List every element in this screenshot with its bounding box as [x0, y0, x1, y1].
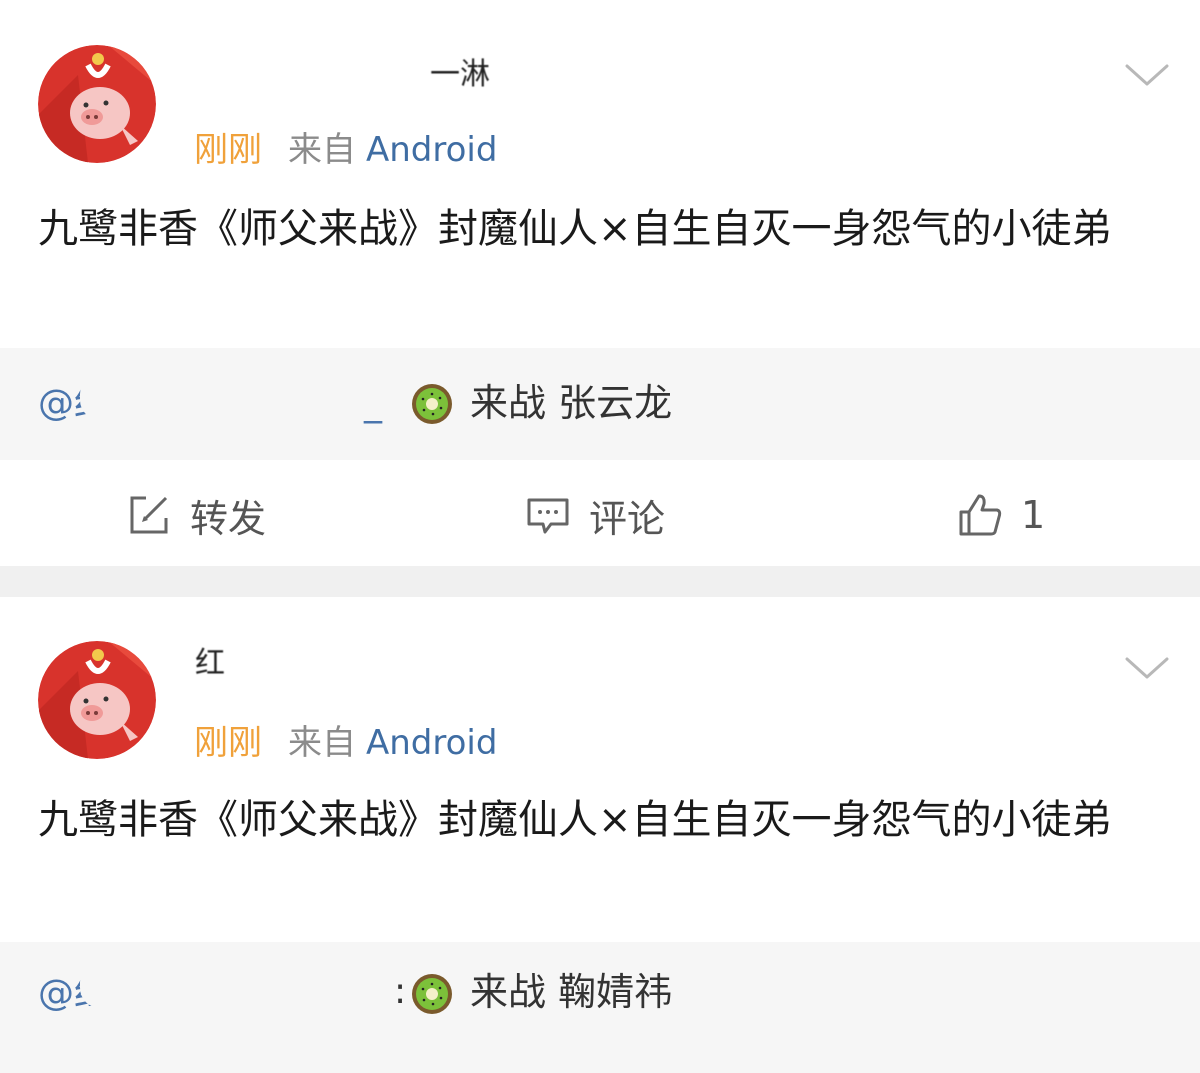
like-button[interactable]: 1 [957, 490, 1045, 540]
pig-avatar-icon [38, 641, 156, 759]
source-device[interactable]: Android [366, 723, 497, 763]
comment-label: 评论 [589, 496, 666, 541]
comment-icon [527, 498, 569, 534]
mention-suffix: _ [364, 383, 382, 424]
comment-button[interactable]: 评论 [525, 490, 666, 541]
username-redacted [195, 647, 525, 697]
username-fragment: 一淋 [430, 57, 490, 92]
repost-button[interactable]: 转发 [126, 490, 267, 541]
quoted-comment-text: 来战 鞠婧祎 [470, 970, 673, 1014]
username-fragment: 红 [195, 646, 225, 681]
pig-avatar-icon [38, 45, 156, 163]
thumbs-up-icon [959, 494, 1002, 536]
quoted-comment[interactable]: @红 : 来战 鞠婧祎 [0, 942, 1200, 1073]
feed-post: 一淋 刚刚 来自 Android 九鹭非香《师父来战》封魔仙人×自生自灭一身怨气的小… [0, 0, 1200, 566]
quoted-comment[interactable]: @红 _ 来战 张云龙 [0, 348, 1200, 460]
mention-redacted [80, 374, 410, 420]
source-prefix: 来自 [288, 130, 356, 170]
mention-redacted [80, 962, 410, 1008]
chevron-down-icon[interactable] [1124, 653, 1170, 683]
repost-icon [130, 496, 168, 534]
username[interactable]: 红 [195, 647, 525, 697]
quoted-comment-text: 来战 张云龙 [470, 381, 673, 425]
avatar[interactable] [38, 45, 156, 163]
post-separator [0, 566, 1200, 597]
action-bar: 转发 评论 1 [0, 460, 1200, 566]
kiwi-emoji [412, 384, 452, 424]
chevron-down-icon[interactable] [1124, 60, 1170, 90]
source-prefix: 来自 [288, 723, 356, 763]
post-meta: 刚刚 来自 Android [194, 130, 497, 170]
post-content: 九鹭非香《师父来战》封魔仙人×自生自灭一身怨气的小徒弟 [38, 206, 1112, 252]
kiwi-emoji [412, 974, 452, 1014]
post-meta: 刚刚 来自 Android [194, 723, 497, 763]
avatar[interactable] [38, 641, 156, 759]
post-time: 刚刚 [194, 723, 262, 763]
repost-label: 转发 [190, 496, 267, 541]
mention-colon: : [394, 971, 407, 1012]
feed-post: 红 刚刚 来自 Android 九鹭非香《师父来战》封魔仙人×自生自灭一身怨气的小徒… [0, 597, 1200, 1073]
source-device[interactable]: Android [366, 130, 497, 170]
post-content: 九鹭非香《师父来战》封魔仙人×自生自灭一身怨气的小徒弟 [38, 797, 1112, 843]
like-count: 1 [1021, 493, 1046, 537]
username[interactable]: 一淋 [195, 52, 525, 102]
post-time: 刚刚 [194, 130, 262, 170]
